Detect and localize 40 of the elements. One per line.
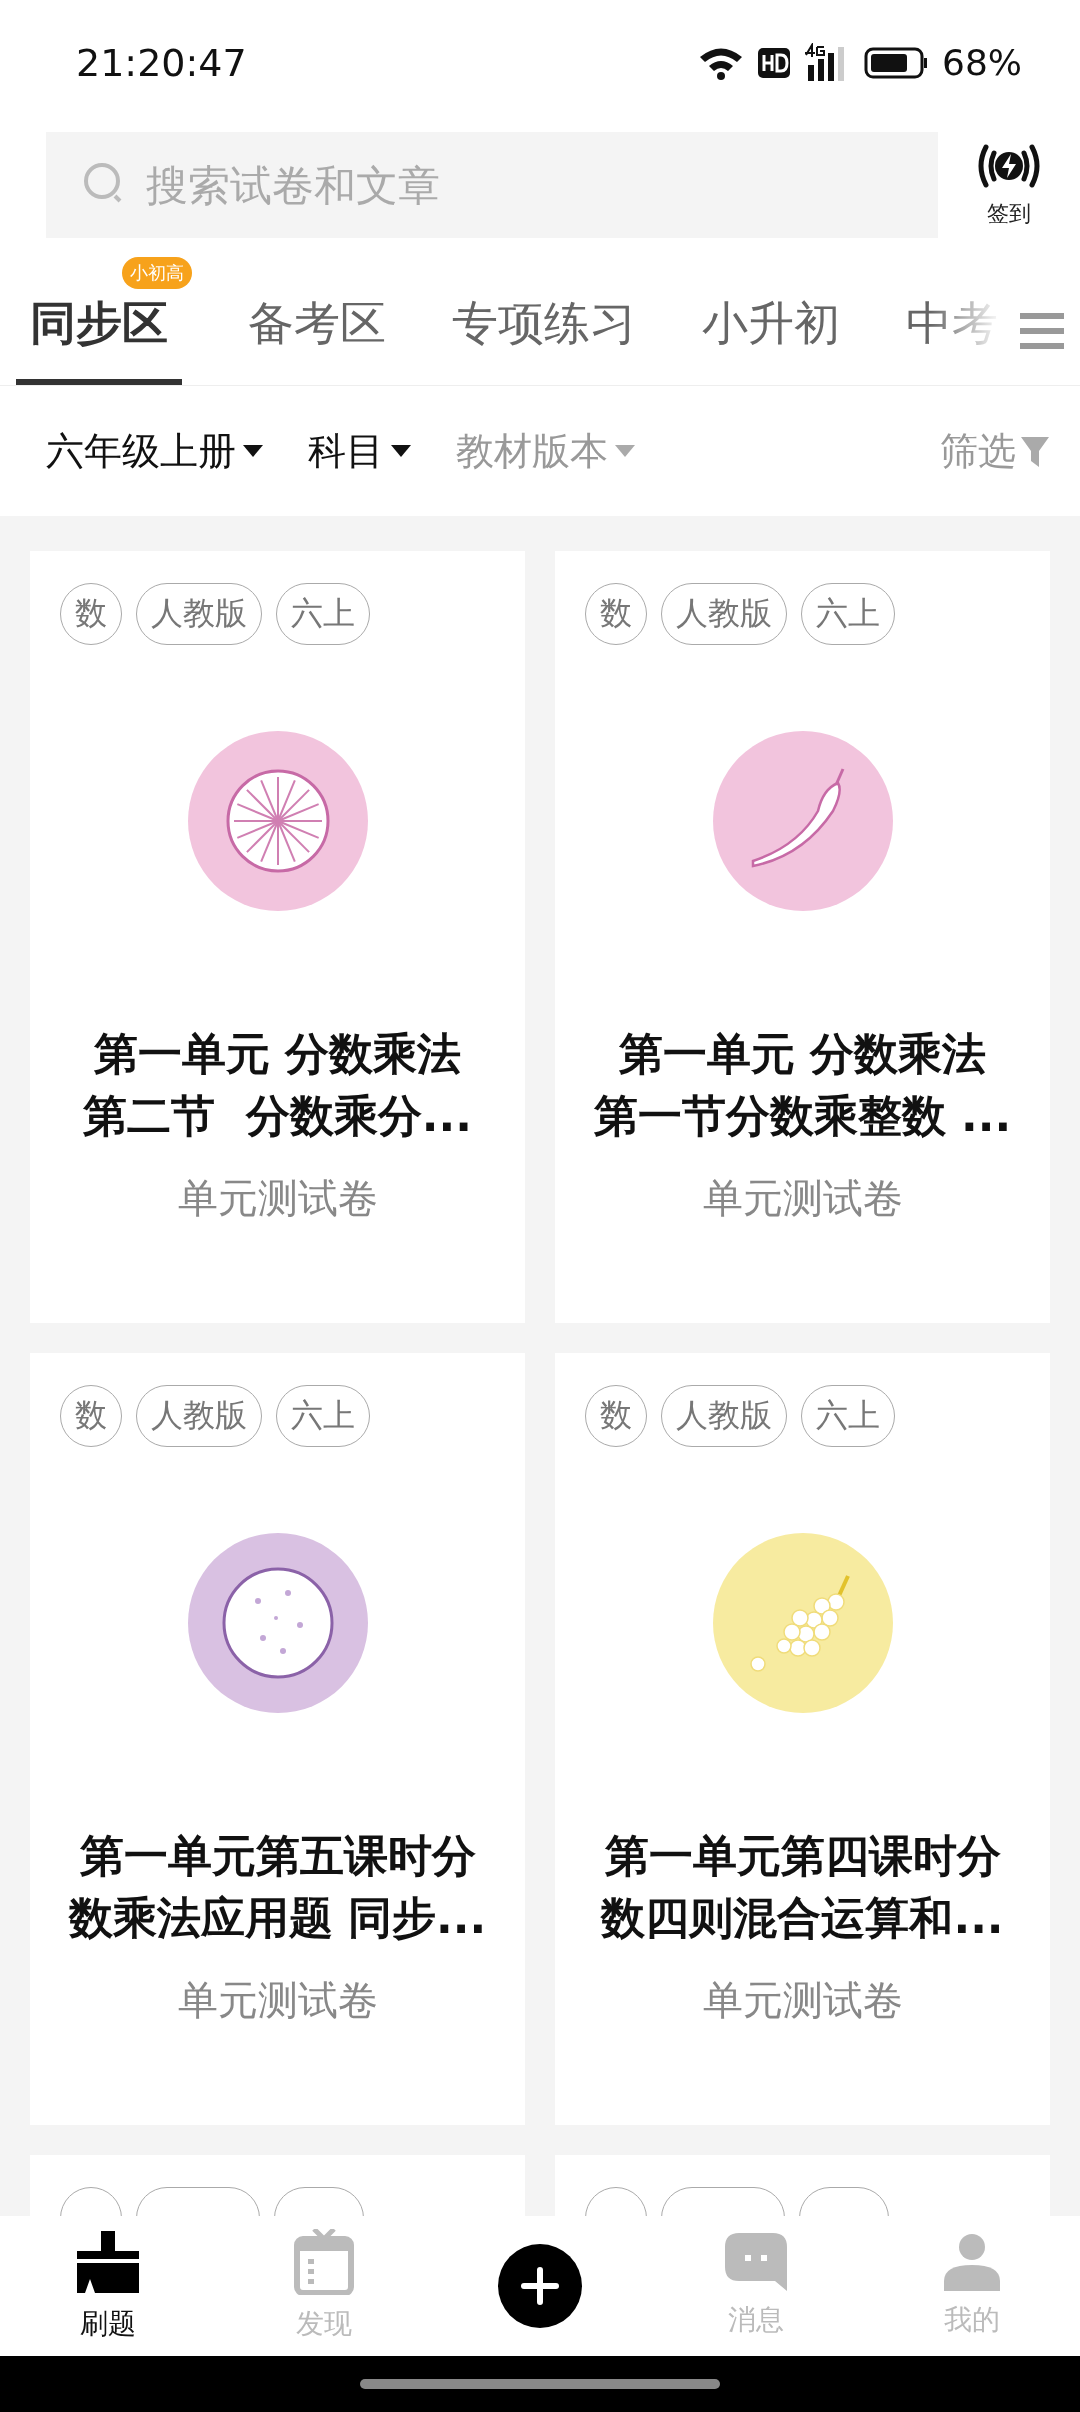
person-icon xyxy=(944,2233,1000,2291)
checkin-button[interactable]: 签到 xyxy=(938,141,1080,229)
chat-icon xyxy=(725,2233,787,2291)
tab[interactable]: 专项练习 xyxy=(452,293,636,385)
paper-title-line: 数四则混合运算和... xyxy=(601,1891,1004,1945)
paper-title-line: 数乘法应用题 同步... xyxy=(68,1891,487,1945)
paper-type: 单元测试卷 xyxy=(177,1174,378,1223)
nav-tab[interactable]: 刷题 xyxy=(38,2229,178,2343)
filter-dropdown[interactable]: 科目 xyxy=(308,425,412,477)
status-time: 21:20:47 xyxy=(76,40,247,85)
battery-percent: 68% xyxy=(942,42,1022,83)
brush-icon xyxy=(75,2229,141,2295)
caret-icon xyxy=(390,444,412,458)
paper-card[interactable]: 数 人教版 六上 第一单元 分数乘法 第二节 分数乘分... 单元测试卷 xyxy=(30,551,525,1323)
paper-title-line: 第二节 分数乘分... xyxy=(83,1089,472,1143)
paper-title-line: 第一单元第四课时分 xyxy=(604,1829,1001,1883)
paper-type: 单元测试卷 xyxy=(702,1976,903,2025)
paper-type: 单元测试卷 xyxy=(702,1174,903,1223)
paper-card[interactable]: 数 人教版 六上 第一单元第五课时分 数乘法应用题 同步... 单元测试卷 xyxy=(30,1353,525,2125)
paper-title-line: 第一单元 分数乘法 xyxy=(93,1027,462,1081)
paper-title-line: 第一节分数乘整数 ... xyxy=(593,1089,1012,1143)
paper-title-line: 第一单元 分数乘法 xyxy=(618,1027,987,1081)
caret-icon xyxy=(614,444,636,458)
calendar-icon xyxy=(294,2229,354,2295)
hd-icon xyxy=(758,47,790,78)
search-field[interactable]: 搜索试卷和文章 xyxy=(46,132,938,238)
caret-icon xyxy=(242,444,264,458)
tab[interactable]: 备考区 xyxy=(248,293,386,385)
paper-type: 单元测试卷 xyxy=(177,1976,378,2025)
badge: 小初高 xyxy=(122,257,192,289)
tab[interactable]: 小升初 xyxy=(702,293,840,385)
paper-title-line: 第一单元第五课时分 xyxy=(79,1829,476,1883)
tab[interactable]: 同步区 xyxy=(16,293,182,385)
paper-card[interactable]: 数 人教版 六上 第一单元 分数乘法 第一节分数乘整数 ... 单元测试卷 xyxy=(555,551,1050,1323)
plus-icon xyxy=(520,2266,560,2306)
battery-icon xyxy=(864,46,928,79)
filter-dropdown[interactable]: 六年级上册 xyxy=(46,425,264,477)
home-indicator[interactable] xyxy=(360,2379,720,2389)
paper-card[interactable]: 数 人教版 六上 第一单元第四课时分 数四则混合运算和... 单元测试卷 xyxy=(555,1353,1050,2125)
tab[interactable]: 中考 xyxy=(906,293,998,385)
